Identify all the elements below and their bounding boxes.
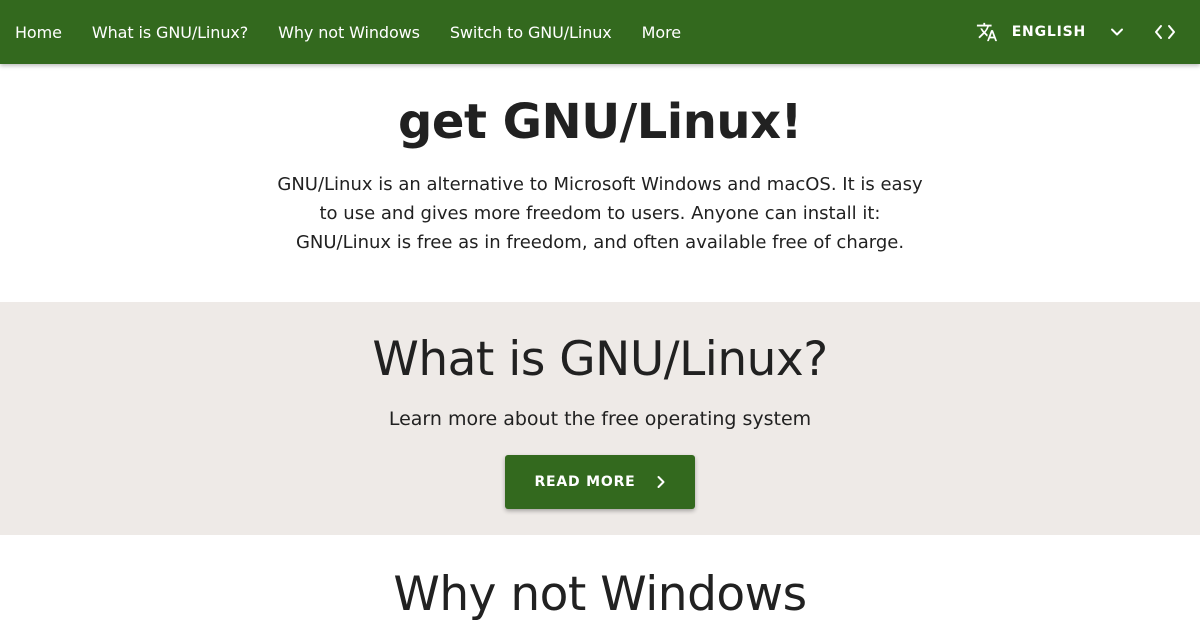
hero-description-line: to use and gives more freedom to users. …: [319, 203, 881, 224]
chevron-right-icon: [656, 475, 666, 489]
what-is-subtitle: Learn more about the free operating syst…: [388, 408, 812, 430]
why-not-windows-title: Why not Windows: [393, 567, 807, 622]
top-navigation-bar: Home What is GNU/Linux? Why not Windows …: [0, 0, 1200, 64]
nav-link-home[interactable]: Home: [15, 23, 62, 42]
nav-link-what-is-gnu-linux[interactable]: What is GNU/Linux?: [92, 23, 248, 42]
nav-link-switch-to-gnu-linux[interactable]: Switch to GNU/Linux: [450, 23, 612, 42]
read-more-label: READ MORE: [534, 474, 636, 490]
nav-link-why-not-windows[interactable]: Why not Windows: [278, 23, 420, 42]
hero-section: get GNU/Linux! GNU/Linux is an alternati…: [0, 64, 1200, 302]
language-selector[interactable]: ENGLISH: [976, 0, 1124, 64]
nav-links: Home What is GNU/Linux? Why not Windows …: [0, 0, 711, 64]
what-is-section: What is GNU/Linux? Learn more about the …: [0, 302, 1200, 535]
chevron-down-icon: [1110, 25, 1124, 39]
translate-icon: [976, 21, 998, 43]
hero-title: get GNU/Linux!: [398, 94, 802, 150]
read-more-button[interactable]: READ MORE: [505, 455, 695, 509]
language-label: ENGLISH: [1011, 24, 1086, 40]
nav-link-more[interactable]: More: [642, 23, 681, 42]
why-not-windows-section: Why not Windows: [0, 535, 1200, 630]
hero-description-line: GNU/Linux is an alternative to Microsoft…: [277, 174, 923, 195]
code-icon: [1154, 24, 1176, 40]
nav-right-controls: ENGLISH: [976, 0, 1200, 64]
hero-description-line: GNU/Linux is free as in freedom, and oft…: [295, 232, 905, 253]
hero-description: GNU/Linux is an alternative to Microsoft…: [270, 170, 930, 257]
source-code-button[interactable]: [1154, 24, 1176, 40]
what-is-title: What is GNU/Linux?: [372, 332, 828, 387]
